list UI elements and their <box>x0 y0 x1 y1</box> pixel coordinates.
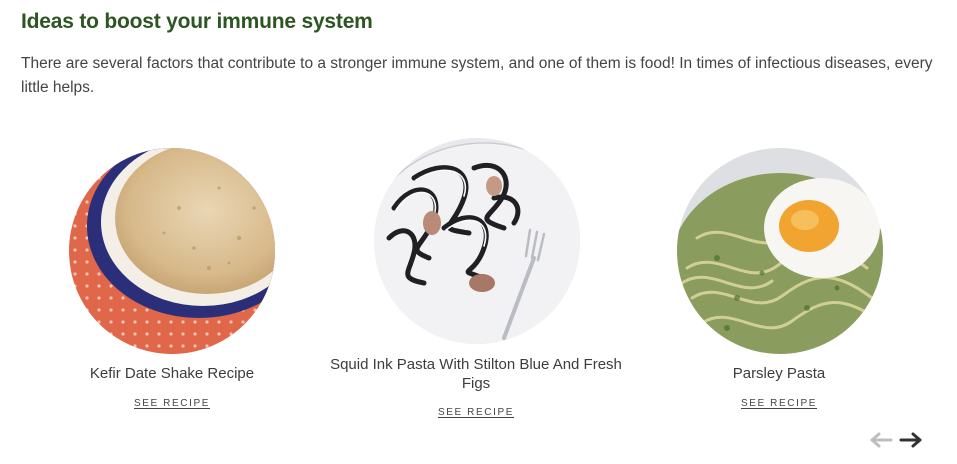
recipe-title[interactable]: Kefir Date Shake Recipe <box>22 364 322 383</box>
recipe-title[interactable]: Squid Ink Pasta With Stilton Blue And Fr… <box>326 355 626 393</box>
parsley-pasta-photo[interactable] <box>677 148 883 354</box>
squid-ink-pasta-image <box>374 138 580 344</box>
arrow-left-icon[interactable] <box>869 432 893 448</box>
see-recipe-link[interactable]: SEE RECIPE <box>326 407 626 418</box>
recipe-title[interactable]: Parsley Pasta <box>629 364 929 383</box>
section-title: Ideas to boost your immune system <box>21 10 373 33</box>
squid-ink-pasta-photo[interactable] <box>374 138 580 344</box>
kefir-shake-image <box>69 148 275 354</box>
kefir-shake-photo[interactable] <box>69 148 275 354</box>
recipe-carousel: Kefir Date Shake Recipe SEE RECIPE Squid… <box>0 130 957 430</box>
see-recipe-link[interactable]: SEE RECIPE <box>629 398 929 409</box>
arrow-right-icon[interactable] <box>899 432 923 448</box>
parsley-pasta-image <box>677 148 883 354</box>
see-recipe-link[interactable]: SEE RECIPE <box>22 398 322 409</box>
section-intro: There are several factors that contribut… <box>21 55 933 96</box>
